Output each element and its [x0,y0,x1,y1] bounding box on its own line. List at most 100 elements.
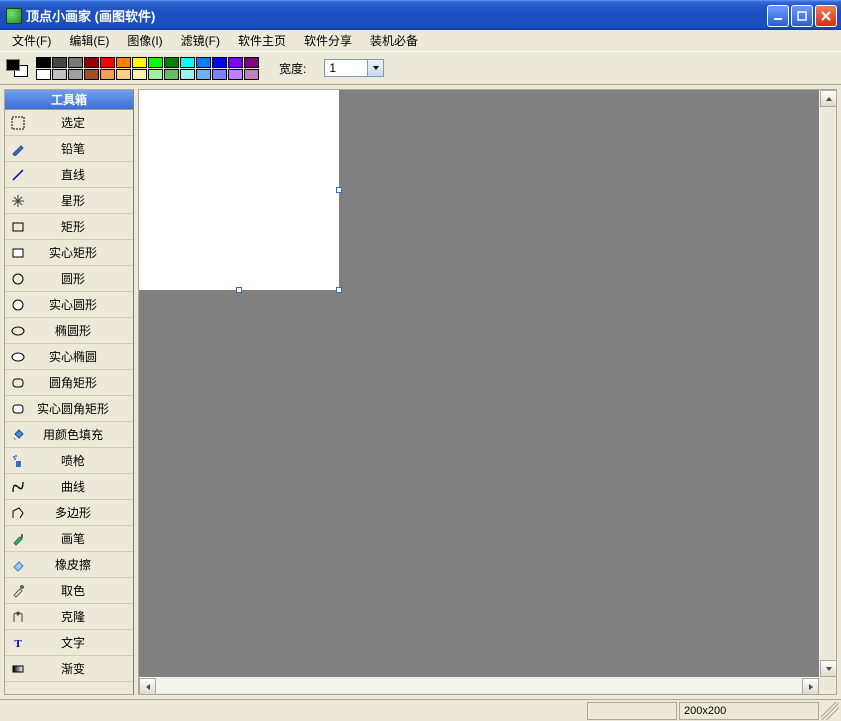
color-swatch[interactable] [164,69,179,80]
color-swatch[interactable] [132,57,147,68]
color-swatch[interactable] [148,69,163,80]
window-title: 顶点小画家 (画图软件) [26,6,767,25]
color-swatch[interactable] [100,69,115,80]
rectangle-icon [9,218,27,236]
filled-circle-icon [9,296,27,314]
color-swatch[interactable] [52,57,67,68]
tool-item-eraser[interactable]: 橡皮擦 [5,552,133,578]
statusbar: 200x200 [0,699,841,721]
tool-item-spray[interactable]: 喷枪 [5,448,133,474]
color-toolbar: 宽度: 1 [0,52,841,84]
canvas-handle-se[interactable] [336,287,342,293]
scroll-left-button[interactable] [139,678,156,695]
menu-edit[interactable]: 编辑(E) [61,30,117,51]
maximize-button[interactable] [791,5,813,27]
color-swatch[interactable] [196,69,211,80]
tool-item-gradient[interactable]: 渐变 [5,656,133,682]
tool-label: 圆形 [33,270,133,287]
canvas-zone [138,89,837,695]
close-button[interactable] [815,5,837,27]
color-swatch[interactable] [148,57,163,68]
menu-filter[interactable]: 滤镜(F) [173,30,228,51]
tool-item-fill[interactable]: 用颜色填充 [5,422,133,448]
tool-label: 直线 [33,166,133,183]
tool-item-round-rect[interactable]: 圆角矩形 [5,370,133,396]
color-swatch[interactable] [100,57,115,68]
color-swatch[interactable] [212,69,227,80]
tool-item-select[interactable]: 选定 [5,110,133,136]
color-swatch[interactable] [180,57,195,68]
tool-label: 矩形 [33,218,133,235]
filled-round-rect-icon [9,400,27,418]
color-swatch[interactable] [228,69,243,80]
color-swatch[interactable] [36,69,51,80]
status-cell-coords [587,702,677,720]
h-scroll-track[interactable] [156,678,802,694]
color-swatch[interactable] [116,57,131,68]
horizontal-scrollbar[interactable] [139,677,819,694]
window-resize-grip[interactable] [821,702,839,720]
eraser-icon [9,556,27,574]
menu-required[interactable]: 装机必备 [362,30,426,51]
tool-item-text[interactable]: T文字 [5,630,133,656]
tool-item-picker[interactable]: 取色 [5,578,133,604]
color-swatch[interactable] [228,57,243,68]
color-swatch[interactable] [68,69,83,80]
tool-label: 喷枪 [33,452,133,469]
tool-item-circle[interactable]: 圆形 [5,266,133,292]
scroll-right-button[interactable] [802,678,819,695]
star-icon [9,192,27,210]
color-swatch[interactable] [244,69,259,80]
color-swatch[interactable] [196,57,211,68]
tool-item-filled-ellipse[interactable]: 实心椭圆 [5,344,133,370]
canvas-handle-s[interactable] [236,287,242,293]
canvas-handle-e[interactable] [336,187,342,193]
menu-home[interactable]: 软件主页 [230,30,294,51]
color-swatch[interactable] [180,69,195,80]
menu-file[interactable]: 文件(F) [4,30,59,51]
tool-item-filled-rectangle[interactable]: 实心矩形 [5,240,133,266]
circle-icon [9,270,27,288]
menubar: 文件(F) 编辑(E) 图像(I) 滤镜(F) 软件主页 软件分享 装机必备 [0,30,841,52]
tool-label: 画笔 [33,530,133,547]
color-swatch[interactable] [84,57,99,68]
polygon-icon [9,504,27,522]
pencil-icon [9,140,27,158]
color-swatch[interactable] [36,57,51,68]
tool-label: 星形 [33,192,133,209]
tool-label: 铅笔 [33,140,133,157]
color-swatch[interactable] [84,69,99,80]
tool-item-pencil[interactable]: 铅笔 [5,136,133,162]
width-select[interactable]: 1 [324,59,384,77]
tool-item-clone[interactable]: 克隆 [5,604,133,630]
minimize-button[interactable] [767,5,789,27]
spray-icon [9,452,27,470]
fg-bg-swatch[interactable] [6,59,28,77]
scroll-up-button[interactable] [820,90,837,107]
color-swatch[interactable] [116,69,131,80]
canvas-viewport[interactable] [139,90,836,694]
color-swatch[interactable] [132,69,147,80]
tool-item-star[interactable]: 星形 [5,188,133,214]
menu-share[interactable]: 软件分享 [296,30,360,51]
menu-image[interactable]: 图像(I) [119,30,170,51]
tool-label: 橡皮擦 [33,556,133,573]
color-swatch[interactable] [68,57,83,68]
tool-item-curve[interactable]: 曲线 [5,474,133,500]
color-swatch[interactable] [52,69,67,80]
tool-item-rectangle[interactable]: 矩形 [5,214,133,240]
fill-icon [9,426,27,444]
color-swatch[interactable] [212,57,227,68]
color-swatch[interactable] [164,57,179,68]
tool-item-polygon[interactable]: 多边形 [5,500,133,526]
tool-item-ellipse[interactable]: 椭圆形 [5,318,133,344]
color-swatch[interactable] [244,57,259,68]
tool-item-filled-circle[interactable]: 实心圆形 [5,292,133,318]
tool-item-filled-round-rect[interactable]: 实心圆角矩形 [5,396,133,422]
vertical-scrollbar[interactable] [819,90,836,677]
tool-item-line[interactable]: 直线 [5,162,133,188]
tool-item-brush[interactable]: 画笔 [5,526,133,552]
gradient-icon [9,660,27,678]
canvas[interactable] [139,90,339,290]
scroll-down-button[interactable] [820,660,837,677]
